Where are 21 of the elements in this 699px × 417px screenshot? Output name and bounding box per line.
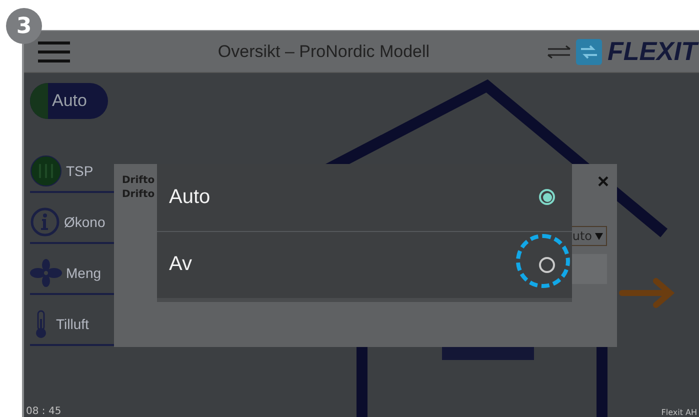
menu-icon[interactable]	[38, 40, 70, 62]
radio-button[interactable]	[539, 189, 555, 206]
logo-icon	[576, 38, 602, 64]
sensor-icon	[30, 155, 62, 187]
info-icon	[30, 207, 60, 237]
swap-arrows-icon[interactable]	[547, 44, 572, 58]
dialog-label: Drifto	[122, 188, 155, 202]
mode-toggle[interactable]: Auto	[30, 83, 108, 119]
option-row[interactable]: Auto	[157, 164, 572, 232]
brand-logo: FLEXIT	[607, 36, 697, 67]
radio-button[interactable]	[539, 256, 555, 273]
fan-icon	[30, 259, 62, 287]
airflow-arrow	[619, 278, 675, 308]
caret-icon	[595, 232, 603, 240]
step-badge: 3	[6, 8, 42, 44]
footer-text: Flexit AH	[661, 408, 697, 417]
dialog-label: Drifto	[122, 174, 155, 188]
clock: 08 : 45	[26, 406, 62, 417]
close-button[interactable]: ×	[597, 172, 609, 192]
sidebar-item[interactable]: TSP	[30, 151, 114, 193]
screen-title: Oversikt – ProNordic Modell	[216, 42, 431, 62]
